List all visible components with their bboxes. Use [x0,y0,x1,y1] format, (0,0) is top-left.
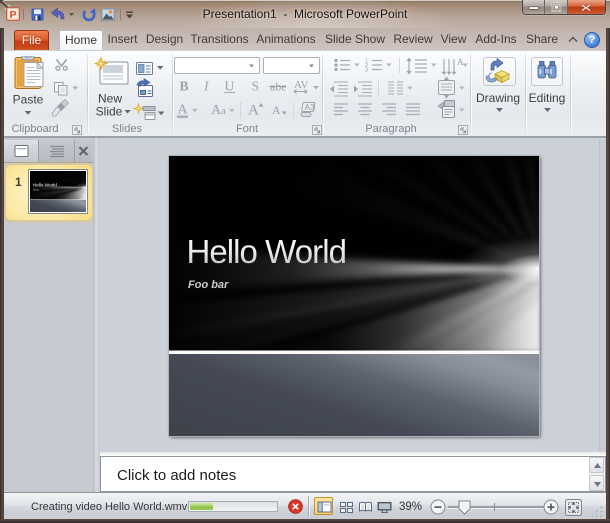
svg-text:A3: A3 [305,103,315,112]
svg-text:A: A [457,57,464,67]
svg-text:U: U [225,79,235,94]
svg-text:A: A [178,103,189,118]
svg-text:I: I [203,79,210,94]
svg-text:Hello World: Hello World [187,233,347,270]
svg-text:Paste: Paste [13,93,44,107]
svg-text:Foo bar: Foo bar [188,279,229,291]
svg-text:3: 3 [365,68,368,74]
svg-text:a: a [221,105,226,117]
svg-text:P: P [9,9,16,21]
svg-text:A: A [272,103,281,117]
svg-text:B: B [180,79,189,94]
svg-text:A: A [248,103,259,119]
svg-text:Slide: Slide [96,105,123,119]
svg-text:New: New [98,92,122,106]
svg-text:S: S [252,79,260,94]
